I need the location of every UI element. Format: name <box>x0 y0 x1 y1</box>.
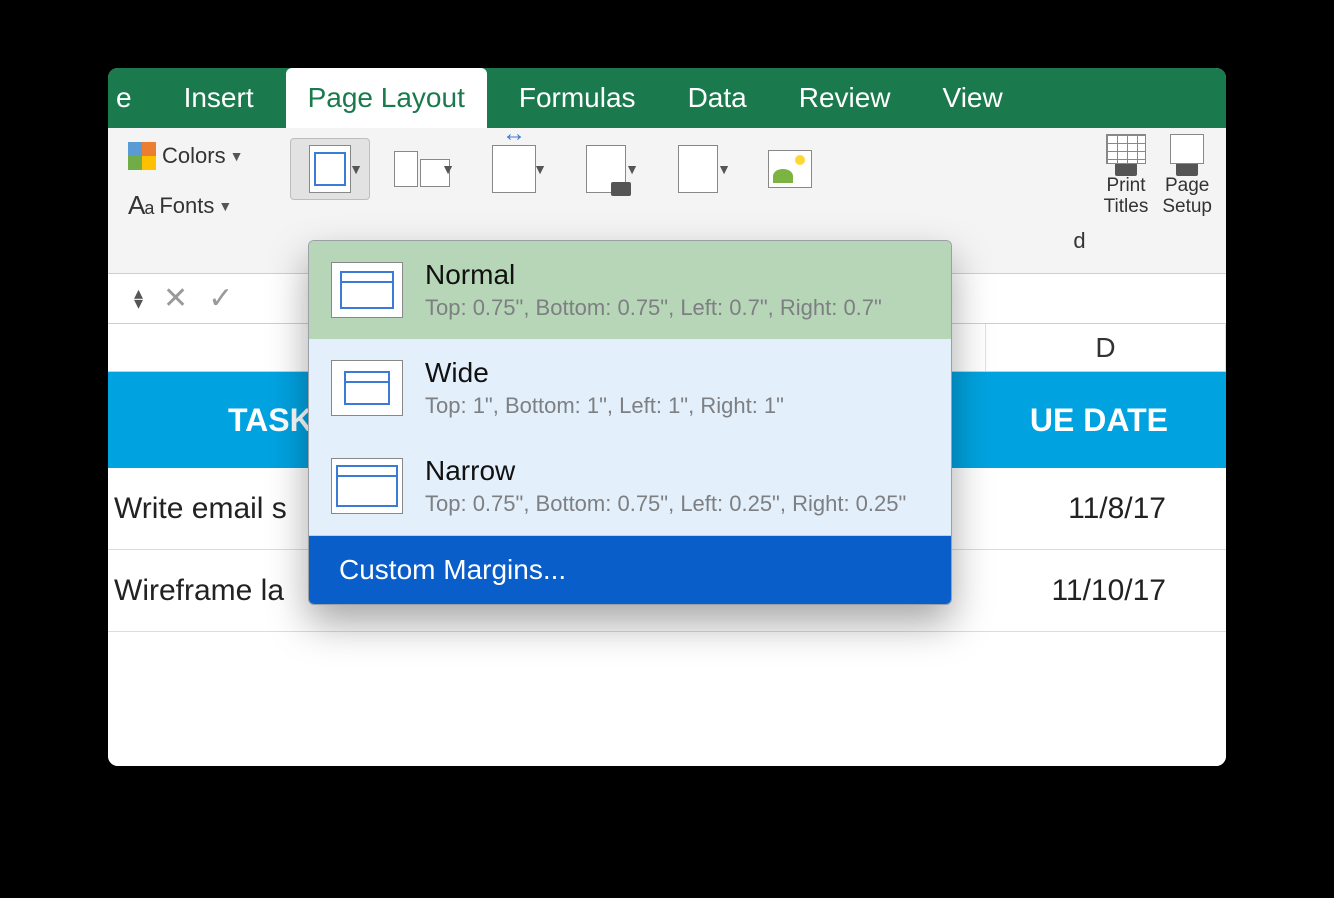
option-subtitle: Top: 0.75", Bottom: 0.75", Left: 0.7", R… <box>425 295 882 321</box>
margins-option-wide[interactable]: Wide Top: 1", Bottom: 1", Left: 1", Righ… <box>309 339 951 437</box>
background-icon <box>768 150 812 188</box>
option-title: Wide <box>425 357 784 389</box>
cell-task: Write email s <box>108 492 287 526</box>
chevron-down-icon: ▼ <box>625 161 639 177</box>
option-subtitle: Top: 0.75", Bottom: 0.75", Left: 0.25", … <box>425 491 906 517</box>
chevron-down-icon: ▼ <box>230 148 244 164</box>
name-box-stepper[interactable]: ▴▾ <box>134 289 143 309</box>
margins-normal-icon <box>331 262 403 318</box>
header-due-date: UE DATE <box>1030 402 1226 439</box>
ribbon-tabs: e Insert Page Layout Formulas Data Revie… <box>108 68 1226 128</box>
cell-task: Wireframe la <box>108 574 284 608</box>
margins-icon <box>309 145 351 193</box>
orientation-button[interactable]: ▼ <box>382 138 462 200</box>
margins-narrow-icon <box>331 458 403 514</box>
option-title: Narrow <box>425 455 906 487</box>
page-setup-icon <box>1170 134 1204 176</box>
print-titles-button[interactable]: Print Titles <box>1104 128 1149 273</box>
margins-wide-icon <box>331 360 403 416</box>
margins-option-custom[interactable]: Custom Margins... <box>309 536 951 604</box>
margins-button[interactable]: ▼ <box>290 138 370 200</box>
colors-dropdown[interactable]: Colors ▼ <box>128 142 290 170</box>
chevron-down-icon: ▼ <box>717 161 731 177</box>
fonts-dropdown[interactable]: Aa Fonts ▼ <box>128 190 290 221</box>
fonts-icon: Aa <box>128 190 153 221</box>
size-button[interactable]: ▼ <box>474 138 554 200</box>
tab-insert[interactable]: Insert <box>158 68 280 128</box>
chevron-down-icon: ▼ <box>349 161 363 177</box>
size-icon <box>492 145 536 193</box>
excel-window: e Insert Page Layout Formulas Data Revie… <box>108 68 1226 766</box>
cell-due: 11/10/17 <box>1051 574 1226 608</box>
colors-label: Colors <box>162 143 226 169</box>
margins-dropdown-menu: Normal Top: 0.75", Bottom: 0.75", Left: … <box>308 240 952 605</box>
cancel-icon[interactable]: ✕ <box>163 281 188 316</box>
tab-data[interactable]: Data <box>662 68 773 128</box>
colors-icon <box>128 142 156 170</box>
margins-option-normal[interactable]: Normal Top: 0.75", Bottom: 0.75", Left: … <box>309 241 951 339</box>
breaks-icon <box>678 145 718 193</box>
chevron-down-icon: ▼ <box>533 161 547 177</box>
print-area-icon <box>586 145 626 193</box>
fonts-label: Fonts <box>159 193 214 219</box>
chevron-down-icon: ▼ <box>218 198 232 214</box>
cell-due: 11/8/17 <box>1068 492 1226 526</box>
tab-formulas[interactable]: Formulas <box>493 68 662 128</box>
tab-view[interactable]: View <box>917 68 1029 128</box>
chevron-down-icon: ▼ <box>441 161 455 177</box>
truncated-label: d <box>1073 128 1089 273</box>
themes-group: Colors ▼ Aa Fonts ▼ <box>128 128 290 273</box>
ribbon-right-group: d Print Titles Page Setup <box>1073 128 1226 273</box>
margins-option-narrow[interactable]: Narrow Top: 0.75", Bottom: 0.75", Left: … <box>309 437 951 535</box>
enter-icon[interactable]: ✓ <box>208 281 233 316</box>
tab-page-layout[interactable]: Page Layout <box>286 68 487 128</box>
print-area-button[interactable]: ▼ <box>566 138 646 200</box>
tab-review[interactable]: Review <box>773 68 917 128</box>
tab-home-partial[interactable]: e <box>108 68 158 128</box>
header-task: TASK <box>108 402 313 439</box>
option-title: Normal <box>425 259 882 291</box>
column-header-d[interactable]: D <box>986 324 1226 371</box>
background-button[interactable] <box>750 138 830 200</box>
option-subtitle: Top: 1", Bottom: 1", Left: 1", Right: 1" <box>425 393 784 419</box>
breaks-button[interactable]: ▼ <box>658 138 738 200</box>
print-titles-icon <box>1106 134 1146 176</box>
page-setup-button[interactable]: Page Setup <box>1162 128 1212 273</box>
